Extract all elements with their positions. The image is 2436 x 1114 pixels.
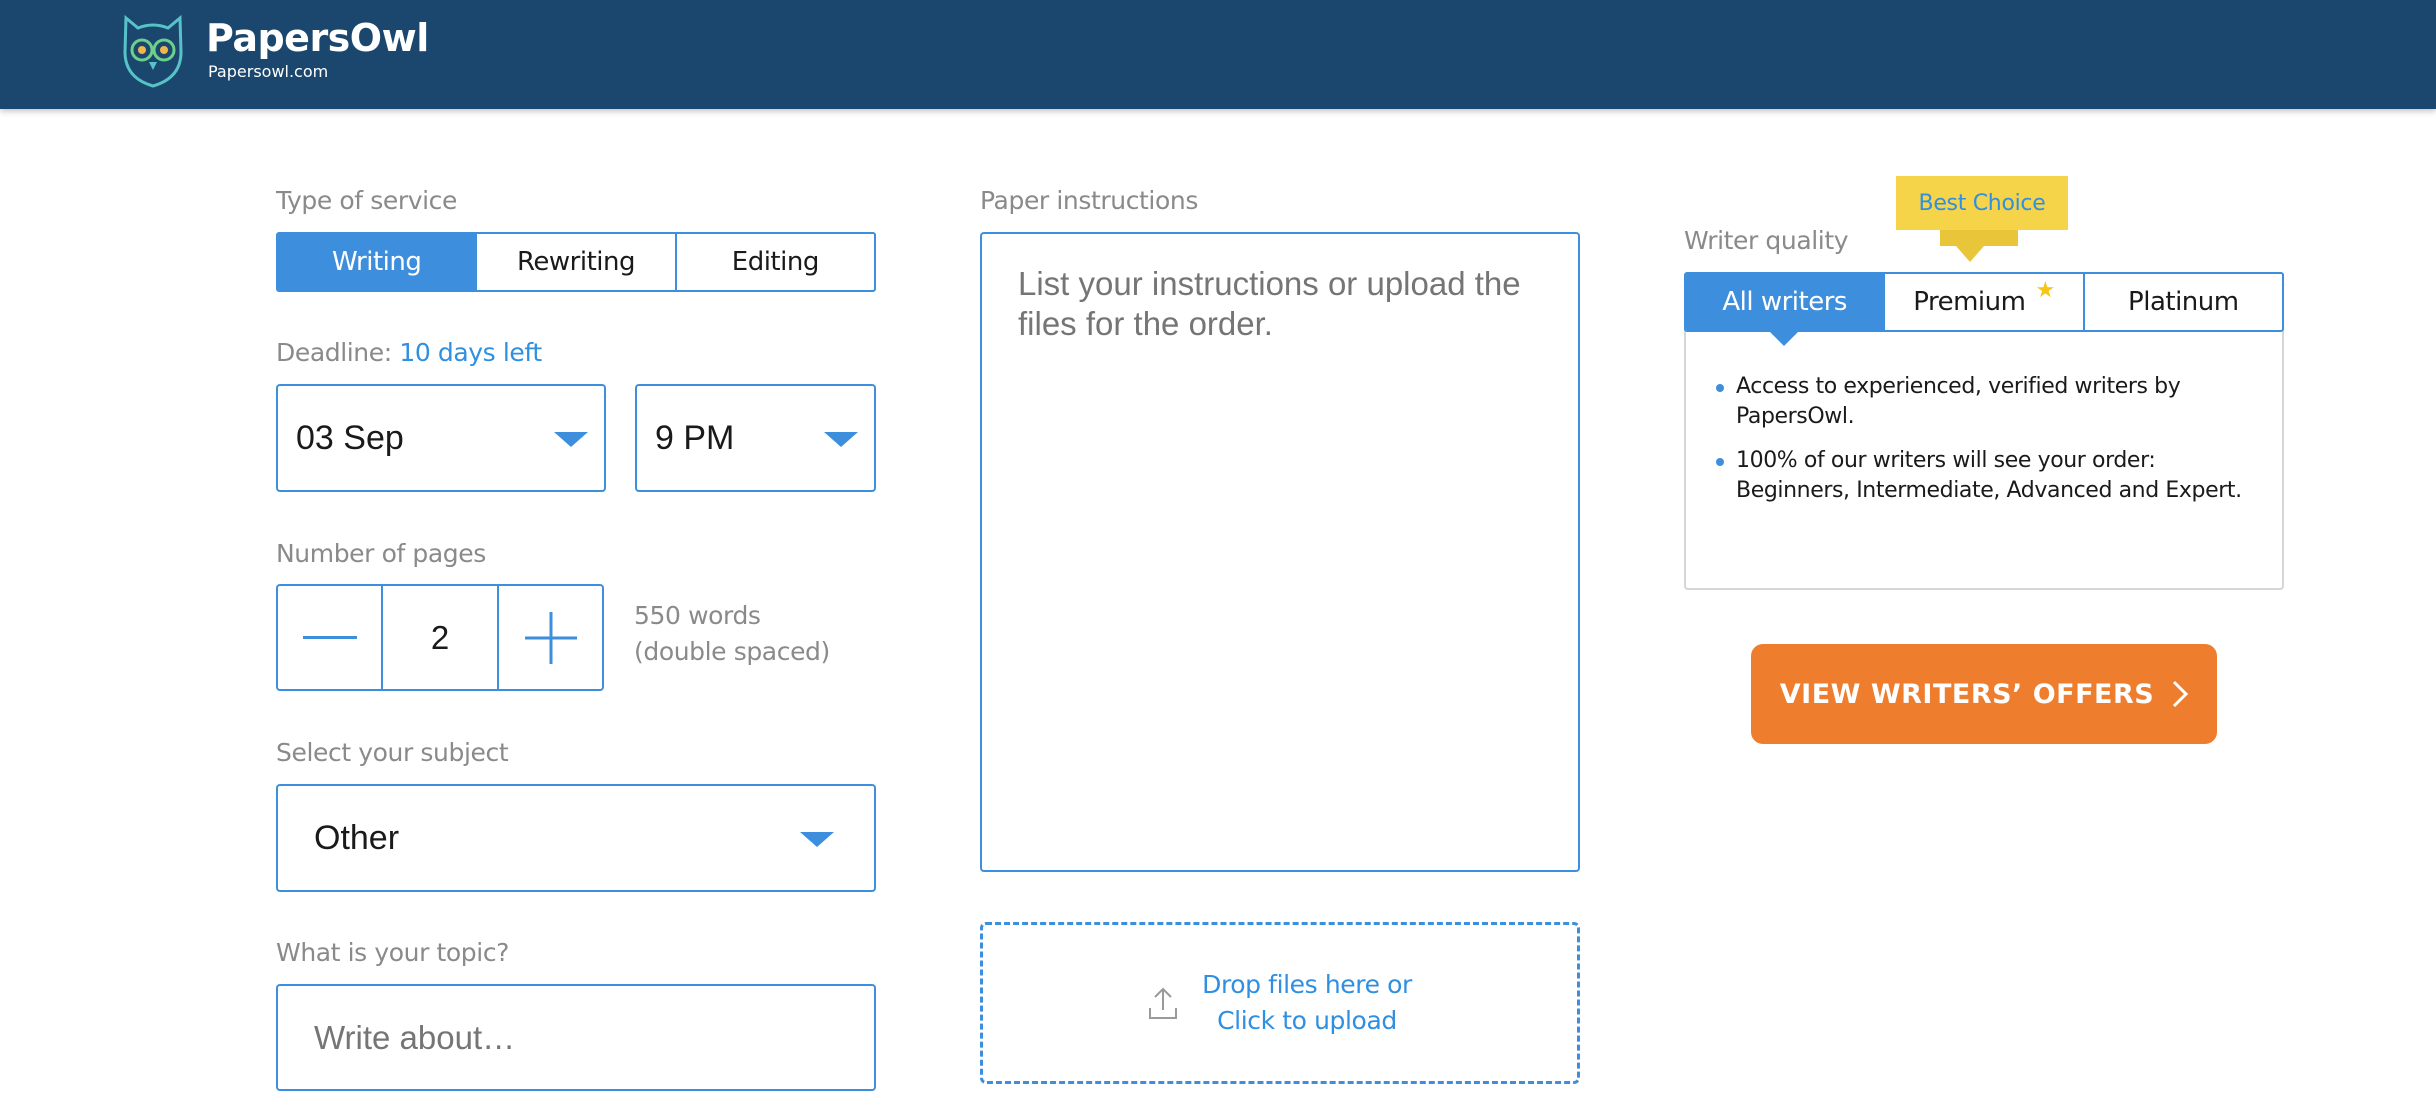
deadline-label: Deadline: 10 days left xyxy=(276,338,542,367)
word-count-value: 550 words xyxy=(634,601,761,630)
chevron-down-icon xyxy=(824,432,858,447)
upload-text-line2[interactable]: Click to upload xyxy=(1202,1003,1412,1039)
active-tab-pointer xyxy=(1768,330,1800,346)
subject-select[interactable]: Other xyxy=(276,784,876,892)
site-header: PapersOwl Papersowl.com xyxy=(0,0,2436,109)
word-count-spacing: (double spaced) xyxy=(634,637,830,666)
plus-icon xyxy=(524,611,577,664)
deadline-date-select[interactable]: 03 Sep xyxy=(276,384,606,492)
view-writers-offers-button[interactable]: VIEW WRITERS’ OFFERS xyxy=(1751,644,2217,744)
chevron-right-icon xyxy=(2173,680,2189,708)
badge-ribbon-tail xyxy=(1940,230,2018,246)
best-choice-badge: Best Choice xyxy=(1896,176,2068,230)
topic-input[interactable] xyxy=(276,984,876,1091)
subject-value: Other xyxy=(314,818,400,857)
brand-domain: Papersowl.com xyxy=(208,62,329,81)
tab-premium[interactable]: Premium ★ xyxy=(1883,274,2082,330)
instructions-label: Paper instructions xyxy=(980,186,1198,215)
tab-platinum[interactable]: Platinum xyxy=(2082,274,2282,330)
file-upload-dropzone[interactable]: Drop files here or Click to upload xyxy=(980,922,1580,1084)
minus-icon xyxy=(302,635,357,639)
service-option-rewriting[interactable]: Rewriting xyxy=(475,234,674,290)
instructions-textarea[interactable] xyxy=(980,232,1580,872)
increment-button[interactable] xyxy=(499,586,602,689)
feature-item: 100% of our writers will see your order:… xyxy=(1716,446,2256,506)
pages-count[interactable]: 2 xyxy=(381,586,499,689)
upload-icon xyxy=(1149,987,1178,1019)
service-option-writing[interactable]: Writing xyxy=(278,234,476,290)
service-option-editing[interactable]: Editing xyxy=(674,234,874,290)
deadline-remaining: 10 days left xyxy=(399,338,542,367)
deadline-date-value: 03 Sep xyxy=(296,418,404,457)
deadline-time-select[interactable]: 9 PM xyxy=(635,384,876,492)
cta-label: VIEW WRITERS’ OFFERS xyxy=(1779,678,2155,710)
deadline-time-value: 9 PM xyxy=(655,418,735,457)
badge-ribbon-point xyxy=(1956,246,1984,262)
writer-quality-label: Writer quality xyxy=(1684,226,1849,255)
pages-stepper: 2 xyxy=(276,584,604,691)
subject-label: Select your subject xyxy=(276,738,509,767)
upload-text: Drop files here or Click to upload xyxy=(1202,967,1412,1039)
word-count: 550 words (double spaced) xyxy=(634,598,830,670)
service-label: Type of service xyxy=(276,186,457,215)
brand-name[interactable]: PapersOwl xyxy=(206,16,429,60)
chevron-down-icon xyxy=(554,432,588,447)
pages-label: Number of pages xyxy=(276,539,486,568)
upload-text-line1: Drop files here or xyxy=(1202,970,1412,999)
tab-premium-label: Premium xyxy=(1913,287,2026,317)
star-icon: ★ xyxy=(2035,277,2055,303)
writer-features-list: Access to experienced, verified writers … xyxy=(1716,372,2256,520)
deadline-label-text: Deadline: xyxy=(276,338,392,367)
writer-quality-tabs: All writers Premium ★ Platinum xyxy=(1684,272,2284,332)
owl-logo-icon[interactable] xyxy=(118,12,188,88)
tab-all-writers[interactable]: All writers xyxy=(1686,274,1884,330)
decrement-button[interactable] xyxy=(278,586,381,689)
service-selector: Writing Rewriting Editing xyxy=(276,232,876,292)
topic-label: What is your topic? xyxy=(276,938,510,967)
feature-item: Access to experienced, verified writers … xyxy=(1716,372,2256,432)
chevron-down-icon xyxy=(800,832,834,847)
